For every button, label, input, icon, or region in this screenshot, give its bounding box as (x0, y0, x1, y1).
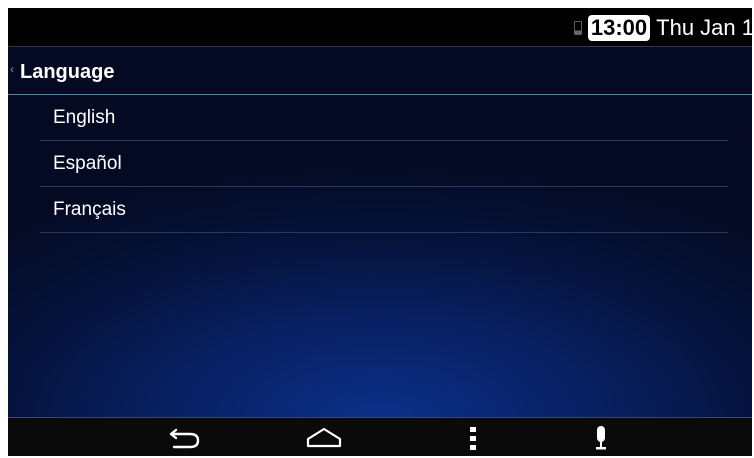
menu-icon (470, 426, 476, 450)
microphone-icon (596, 425, 606, 449)
back-icon (169, 428, 200, 448)
home-button[interactable] (299, 418, 349, 456)
status-indicators: 13:00 Thu Jan 1 (573, 14, 752, 42)
navigation-bar (8, 417, 752, 456)
battery-icon (573, 21, 582, 35)
device-screen: 13:00 Thu Jan 1 ‹ Language English Españ… (8, 8, 752, 456)
page-title: Language (20, 61, 115, 83)
language-item-espanol[interactable]: Español (40, 141, 728, 187)
language-item-francais[interactable]: Français (40, 187, 728, 233)
language-item-english[interactable]: English (40, 95, 728, 141)
home-icon (306, 427, 342, 447)
voice-button[interactable] (576, 418, 626, 456)
language-label: Español (53, 153, 122, 174)
page-header[interactable]: ‹ Language (8, 47, 752, 95)
date: Thu Jan 1 (656, 15, 752, 40)
back-caret-icon[interactable]: ‹ (10, 63, 14, 75)
back-button[interactable] (160, 418, 210, 456)
language-label: Français (53, 199, 126, 220)
language-list: English Español Français (40, 95, 728, 233)
settings-panel: ‹ Language English Español Français (8, 47, 752, 417)
language-label: English (53, 107, 116, 128)
status-bar: 13:00 Thu Jan 1 (8, 8, 752, 47)
menu-button[interactable] (448, 418, 498, 456)
clock: 13:00 (587, 15, 651, 41)
